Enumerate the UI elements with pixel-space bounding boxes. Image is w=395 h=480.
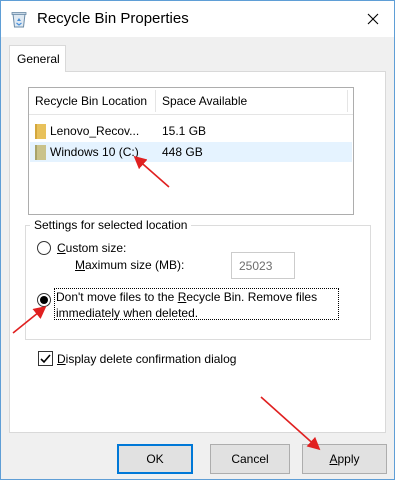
column-header-location[interactable]: Recycle Bin Location: [35, 94, 147, 108]
recycle-bin-properties-window: Recycle Bin Properties General Recycle B…: [0, 0, 395, 480]
tab-general[interactable]: General: [9, 45, 66, 72]
dont-move-files-label[interactable]: Don't move files to the Recycle Bin. Rem…: [56, 290, 317, 304]
location-name: Lenovo_Recov...: [50, 124, 140, 138]
column-divider: [155, 90, 156, 112]
display-confirmation-checkbox[interactable]: [38, 351, 53, 366]
display-confirmation-label[interactable]: Display delete confirmation dialog: [57, 352, 236, 366]
space-available: 448 GB: [162, 145, 203, 159]
dont-move-files-radio[interactable]: [37, 293, 51, 307]
maximum-size-input[interactable]: 25023: [231, 252, 295, 279]
close-button[interactable]: [361, 9, 385, 29]
column-divider: [347, 90, 348, 112]
recycle-bin-icon: [11, 12, 27, 28]
list-item[interactable]: Lenovo_Recov... 15.1 GB: [30, 121, 352, 141]
maximum-size-label: Maximum size (MB):: [75, 258, 185, 272]
space-available: 15.1 GB: [162, 124, 207, 138]
apply-button[interactable]: Apply: [302, 444, 387, 474]
list-header: Recycle Bin Location Space Available: [29, 88, 353, 115]
location-list[interactable]: Recycle Bin Location Space Available Len…: [28, 87, 354, 215]
settings-group-label: Settings for selected location: [30, 218, 192, 232]
folder-icon: [35, 124, 46, 139]
custom-size-radio[interactable]: [37, 241, 51, 255]
folder-icon: [35, 145, 46, 160]
ok-button[interactable]: OK: [117, 444, 193, 474]
location-name: Windows 10 (C:): [50, 145, 139, 159]
custom-size-label[interactable]: Custom size:: [57, 241, 126, 255]
list-item[interactable]: Windows 10 (C:) 448 GB: [30, 142, 352, 162]
column-header-space[interactable]: Space Available: [162, 94, 247, 108]
dont-move-files-label-line2[interactable]: immediately when deleted.: [56, 306, 198, 320]
general-tab-panel: Recycle Bin Location Space Available Len…: [9, 71, 386, 433]
window-title: Recycle Bin Properties: [37, 10, 189, 27]
title-bar: Recycle Bin Properties: [1, 1, 394, 37]
cancel-button[interactable]: Cancel: [210, 444, 290, 474]
checkmark-icon: [40, 354, 51, 364]
close-icon: [367, 13, 379, 25]
